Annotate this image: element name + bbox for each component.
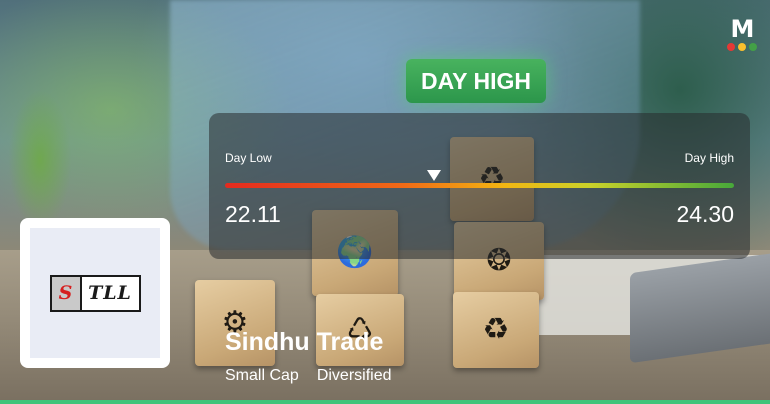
eco-bag-icon: ♻	[453, 292, 539, 368]
day-range-card: Day Low Day High 22.11 24.30	[209, 113, 750, 259]
day-low-value: 22.11	[225, 201, 281, 227]
day-high-badge: DAY HIGH	[406, 59, 546, 103]
company-tags: Small Cap Diversified	[225, 367, 392, 385]
day-high-value: 24.30	[676, 201, 734, 227]
company-logo: S TLL	[30, 228, 160, 358]
day-low-label: Day Low	[225, 151, 272, 165]
day-high-label: Day High	[684, 151, 734, 165]
current-price-marker-icon	[426, 170, 441, 181]
brand-dot-red	[727, 43, 735, 51]
accent-line	[0, 400, 770, 404]
brand-dot-green	[749, 43, 757, 51]
brand-logo: M	[723, 17, 761, 53]
market-cap-tag: Small Cap	[225, 367, 299, 384]
company-logo-card: S TLL	[20, 218, 170, 368]
sector-tag: Diversified	[316, 367, 392, 384]
brand-dot-yellow	[738, 43, 746, 51]
company-name: Sindhu Trade	[225, 328, 384, 356]
banner: ♻ 🌍 ❂ ⚙ ♺ ♻ M DAY HIGH Day Low Day High …	[0, 0, 770, 404]
company-logo-mark: S TLL	[49, 274, 141, 312]
day-range-bar	[225, 183, 734, 188]
company-logo-s: S	[51, 276, 82, 310]
brand-dots	[723, 43, 761, 51]
company-logo-rest: TLL	[88, 282, 132, 304]
brand-letter: M	[730, 15, 755, 43]
